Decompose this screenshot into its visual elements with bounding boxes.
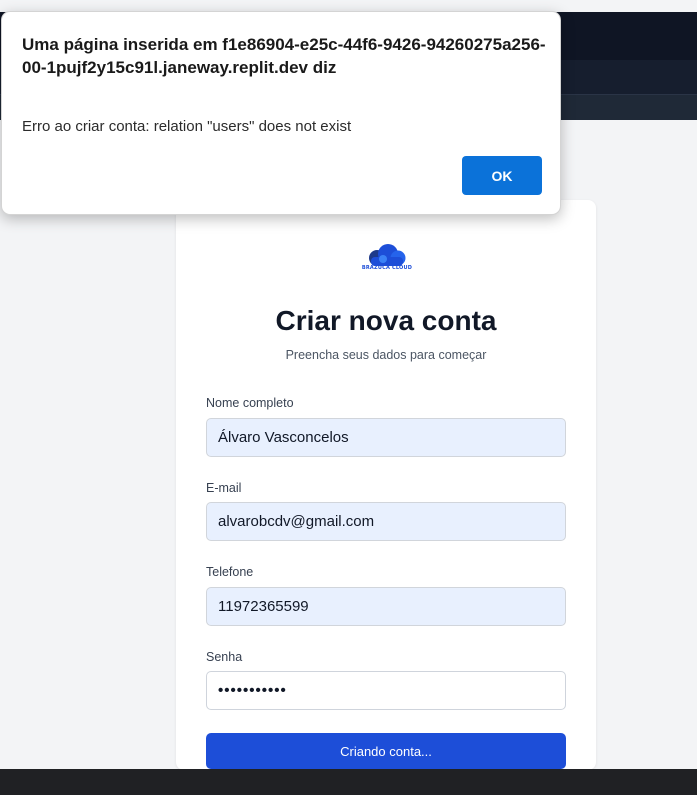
email-field[interactable] [206,502,566,541]
cloud-icon [369,244,406,266]
password-field[interactable] [206,671,566,710]
taskbar [0,769,697,795]
create-account-button[interactable]: Criando conta... [206,733,566,769]
dialog-message: Erro ao criar conta: relation "users" do… [22,118,352,135]
page-subtitle: Preencha seus dados para começar [285,348,487,362]
logo-text: BRAZUCA CLOUD [361,265,413,271]
phone-field[interactable] [206,587,566,626]
signup-card: BRAZUCA CLOUD Criar nova conta Preencha … [176,200,596,770]
ok-button[interactable]: OK [462,156,542,195]
name-field[interactable] [206,418,566,457]
page-title: Criar nova conta [275,305,497,336]
password-label: Senha [206,650,243,664]
alert-dialog: Uma página inserida em f1e86904-e25c-44f… [1,11,561,215]
email-label: E-mail [206,481,242,495]
phone-label: Telefone [206,565,254,579]
brand-logo: BRAZUCA CLOUD [361,244,413,274]
name-label: Nome completo [206,396,294,410]
dialog-title: Uma página inserida em f1e86904-e25c-44f… [22,35,546,77]
